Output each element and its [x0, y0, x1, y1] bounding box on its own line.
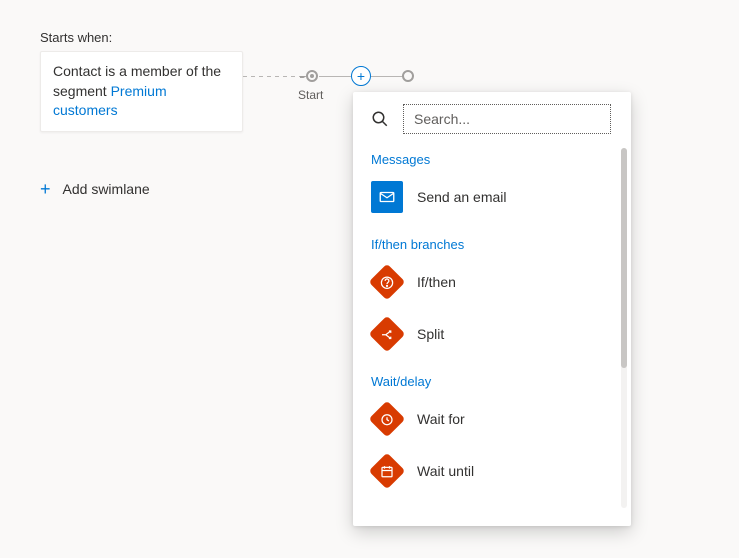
search-input[interactable]	[403, 104, 611, 134]
scrollbar-thumb[interactable]	[621, 148, 627, 368]
action-wait-until[interactable]: Wait until	[367, 449, 611, 493]
section-header-messages: Messages	[371, 152, 611, 167]
section-header-wait: Wait/delay	[371, 374, 611, 389]
action-label: If/then	[417, 274, 456, 290]
action-split[interactable]: Split	[367, 312, 611, 356]
action-label: Wait until	[417, 463, 474, 479]
start-trigger-card[interactable]: Contact is a member of the segment Premi…	[40, 51, 243, 132]
flow-connector	[243, 76, 413, 78]
starts-when-label: Starts when:	[40, 30, 699, 45]
mail-icon	[371, 181, 403, 213]
add-swimlane-button[interactable]: + Add swimlane	[40, 180, 150, 198]
action-if-then[interactable]: If/then	[367, 260, 611, 304]
clock-icon	[369, 401, 406, 438]
calendar-icon	[369, 453, 406, 490]
add-step-node[interactable]: +	[351, 66, 371, 86]
plus-icon: +	[40, 180, 51, 198]
scrollbar[interactable]	[621, 148, 627, 508]
section-header-branches: If/then branches	[371, 237, 611, 252]
start-node[interactable]	[306, 70, 318, 82]
action-wait-for[interactable]: Wait for	[367, 397, 611, 441]
question-icon	[369, 264, 406, 301]
search-icon	[367, 110, 393, 128]
add-swimlane-label: Add swimlane	[63, 181, 150, 197]
split-icon	[369, 316, 406, 353]
action-label: Wait for	[417, 411, 465, 427]
action-send-email[interactable]: Send an email	[367, 175, 611, 219]
action-label: Split	[417, 326, 444, 342]
action-label: Send an email	[417, 189, 507, 205]
end-node[interactable]	[402, 70, 414, 82]
plus-icon: +	[357, 69, 365, 83]
start-node-label: Start	[298, 88, 323, 102]
action-picker-popup: Messages Send an email If/then branches	[353, 92, 631, 526]
